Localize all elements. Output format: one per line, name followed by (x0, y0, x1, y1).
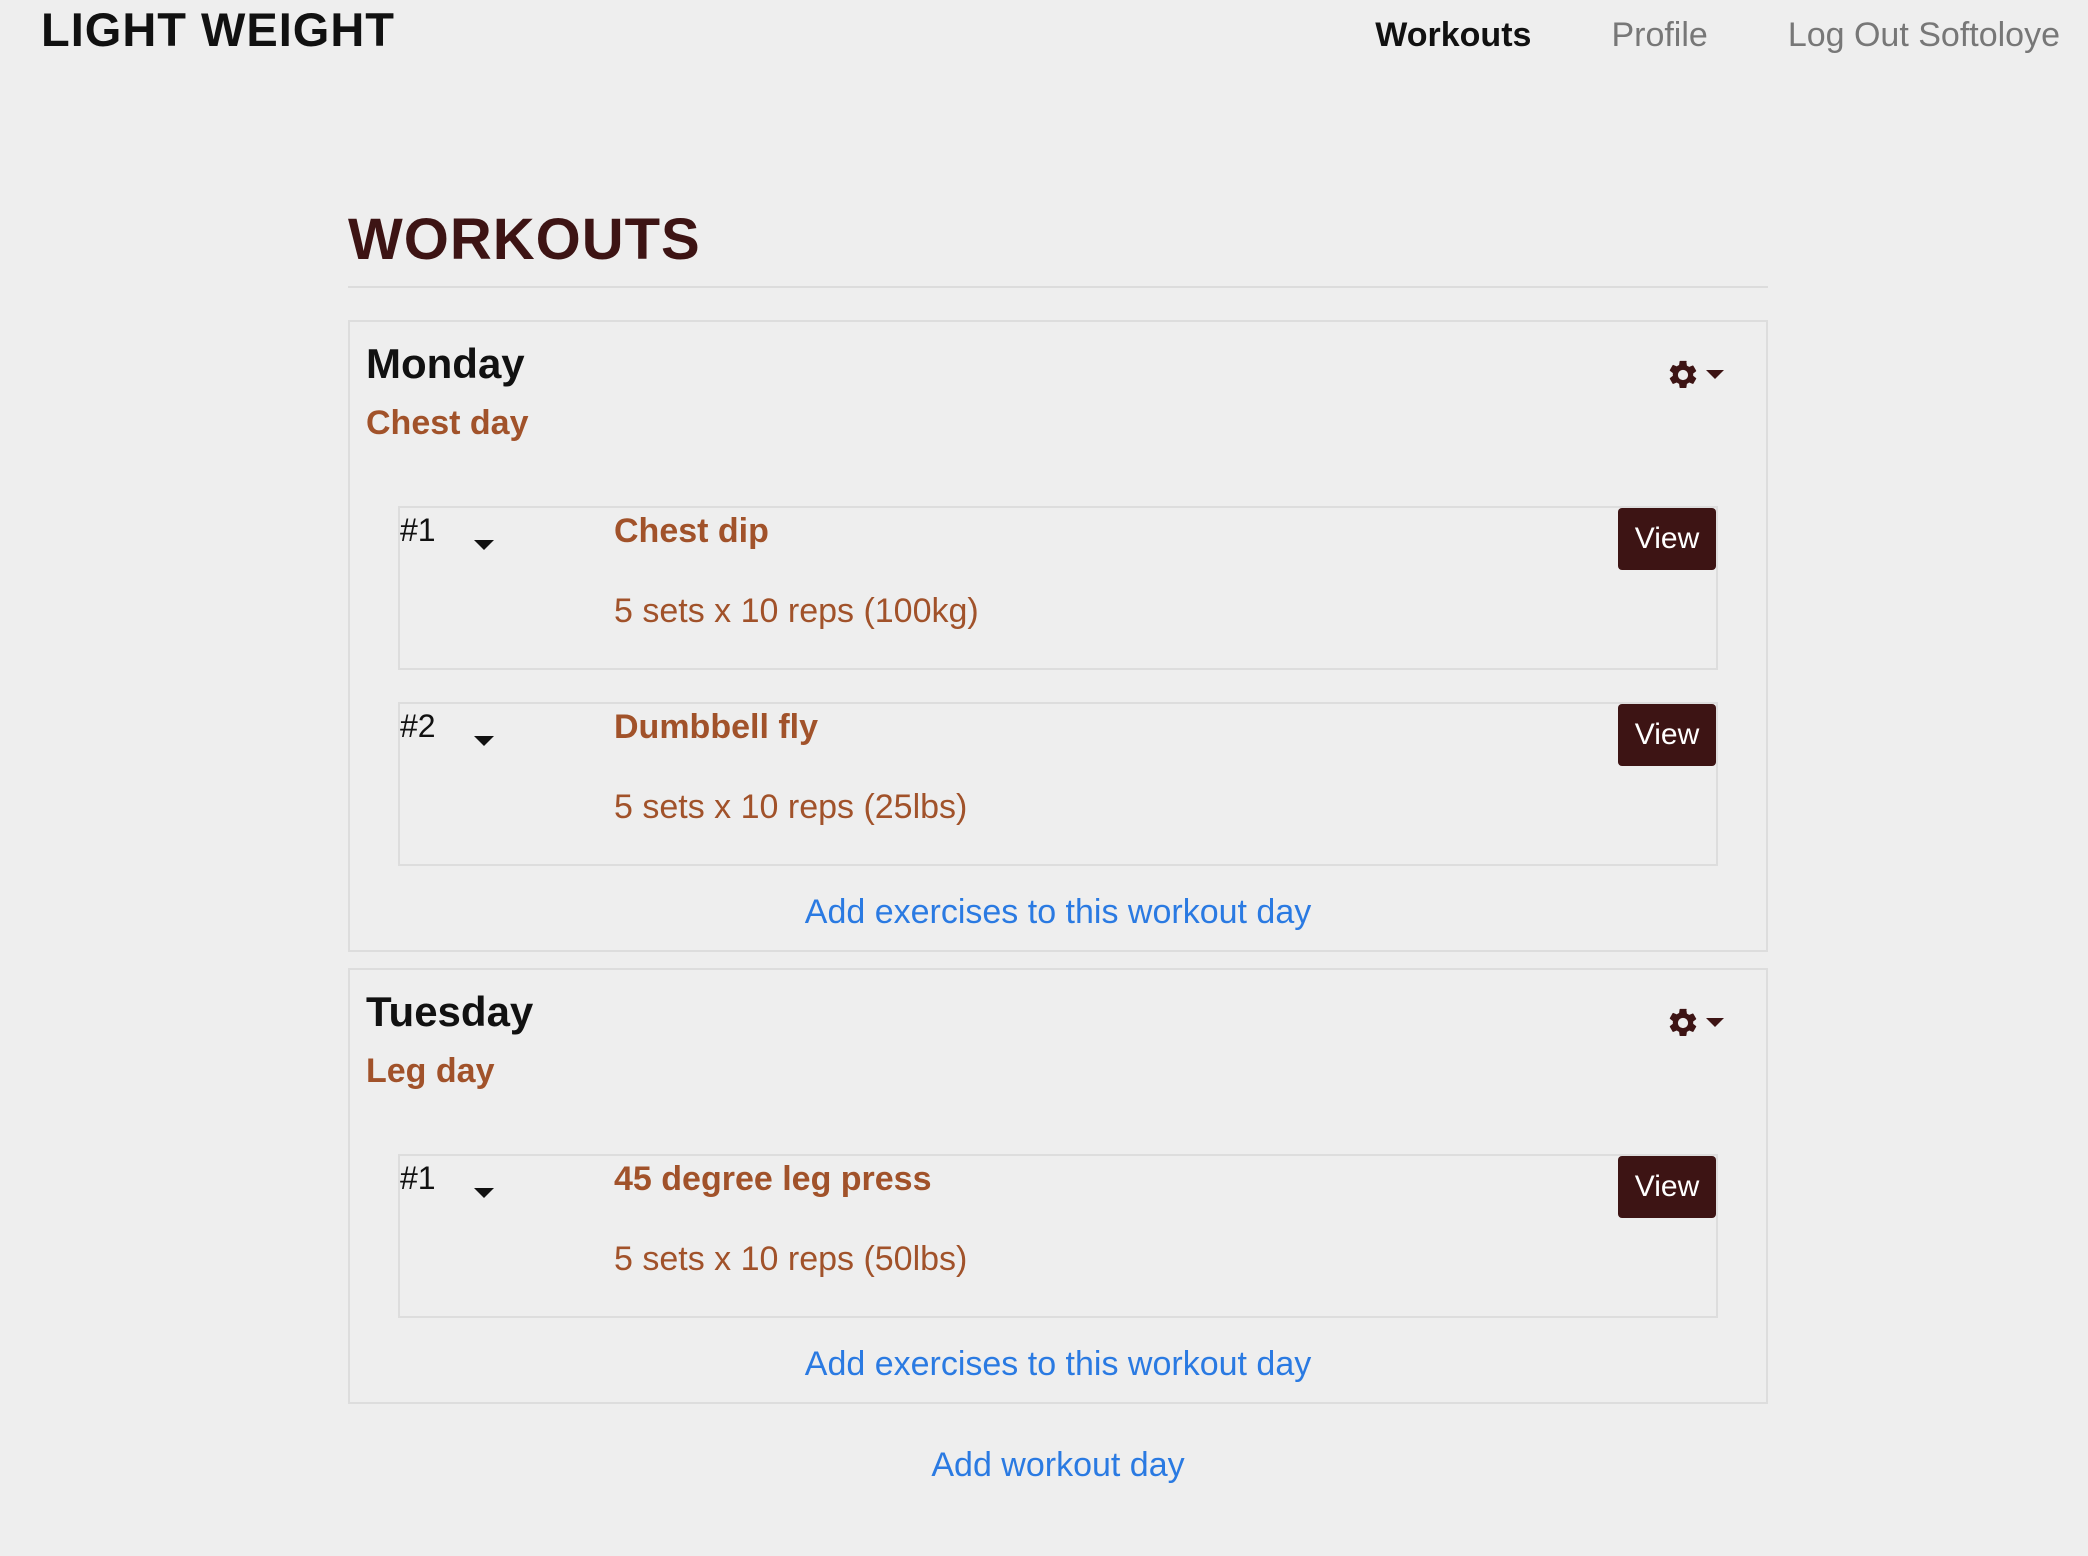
add-workout-day-link[interactable]: Add workout day (348, 1446, 1768, 1485)
exercise-detail: 5 sets x 10 reps (100kg) (614, 592, 979, 630)
nav-links: Workouts Profile Log Out Softoloye (1375, 16, 2060, 55)
add-exercises-link[interactable]: Add exercises to this workout day (366, 890, 1750, 934)
exercise-item: #2 Dumbbell fly 5 sets x 10 reps (25lbs)… (398, 702, 1718, 866)
exercise-number: #2 (400, 708, 436, 744)
gear-icon (1669, 360, 1697, 389)
caret-down-icon[interactable] (472, 1184, 496, 1200)
exercise-number: #1 (400, 512, 436, 548)
view-exercise-button[interactable]: View (1618, 704, 1716, 766)
day-subtitle: Chest day (366, 404, 529, 442)
exercise-name: 45 degree leg press (614, 1160, 932, 1198)
nav-workouts-link[interactable]: Workouts (1375, 16, 1531, 55)
exercise-item: #1 Chest dip 5 sets x 10 reps (100kg) Vi… (398, 506, 1718, 670)
caret-down-icon[interactable] (472, 536, 496, 552)
day-name: Monday (366, 340, 525, 387)
view-exercise-button[interactable]: View (1618, 1156, 1716, 1218)
exercise-list: #1 Chest dip 5 sets x 10 reps (100kg) Vi… (398, 506, 1718, 866)
nav-profile-link[interactable]: Profile (1611, 16, 1707, 55)
exercise-detail: 5 sets x 10 reps (50lbs) (614, 1240, 968, 1278)
gear-icon (1669, 1008, 1697, 1037)
caret-down-icon[interactable] (472, 732, 496, 748)
exercise-number: #1 (400, 1160, 436, 1196)
workout-day-card: Tuesday Leg day #1 45 degree leg press 5… (348, 968, 1768, 1404)
top-navbar: LIGHT WEIGHT Workouts Profile Log Out So… (0, 0, 2088, 80)
nav-logout-link[interactable]: Log Out Softoloye (1788, 16, 2060, 55)
exercise-item: #1 45 degree leg press 5 sets x 10 reps … (398, 1154, 1718, 1318)
view-exercise-button[interactable]: View (1618, 508, 1716, 570)
main-content: WORKOUTS Monday Chest day #1 Chest dip 5… (348, 200, 1768, 1485)
caret-down-icon (1706, 370, 1724, 379)
exercise-detail: 5 sets x 10 reps (25lbs) (614, 788, 968, 826)
exercise-name: Dumbbell fly (614, 708, 819, 746)
exercise-name: Chest dip (614, 512, 769, 550)
caret-down-icon (1706, 1018, 1724, 1027)
exercise-list: #1 45 degree leg press 5 sets x 10 reps … (398, 1154, 1718, 1318)
day-settings-dropdown[interactable] (1666, 1006, 1724, 1040)
page-title: WORKOUTS (348, 200, 1768, 288)
day-subtitle: Leg day (366, 1052, 495, 1090)
brand-logo[interactable]: LIGHT WEIGHT (41, 2, 395, 57)
workout-day-card: Monday Chest day #1 Chest dip 5 sets x 1… (348, 320, 1768, 952)
day-settings-dropdown[interactable] (1666, 358, 1724, 392)
day-name: Tuesday (366, 988, 534, 1035)
add-exercises-link[interactable]: Add exercises to this workout day (366, 1342, 1750, 1386)
